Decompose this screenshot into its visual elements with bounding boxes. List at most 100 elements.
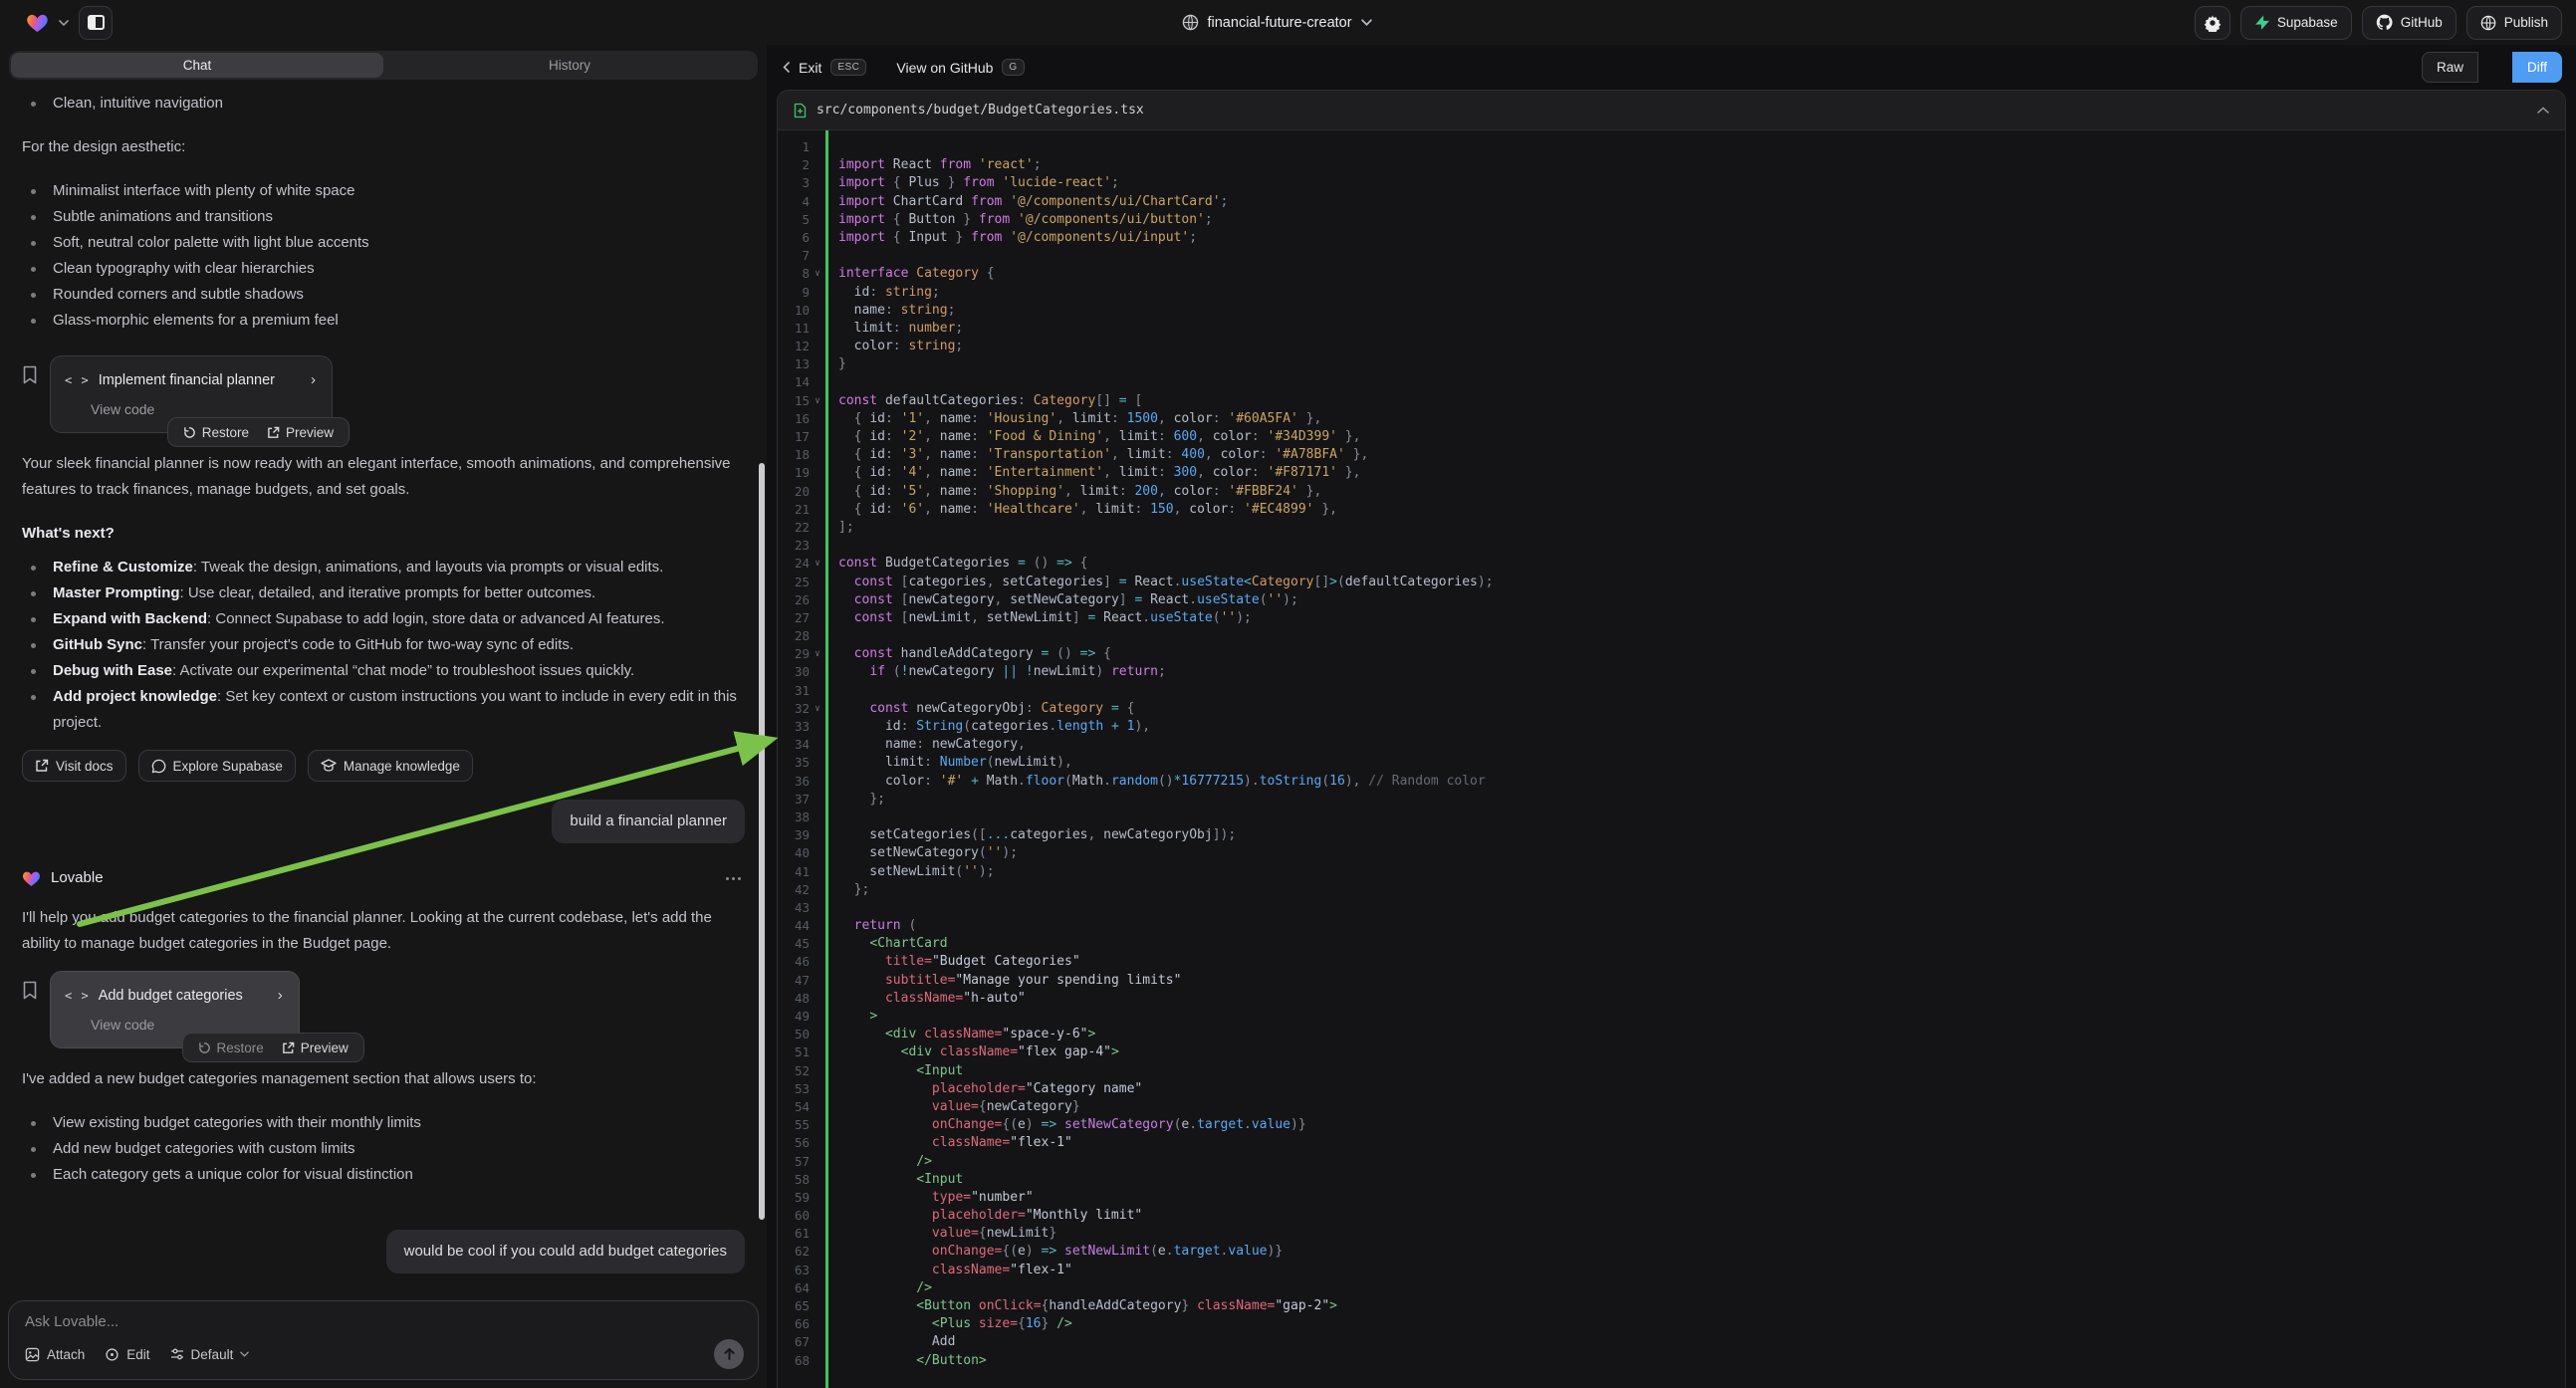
tab-history[interactable]: History bbox=[383, 53, 756, 78]
visit-docs-button[interactable]: Visit docs bbox=[22, 750, 126, 782]
exit-button[interactable]: Exit ESC bbox=[783, 59, 866, 76]
fold-toggle-icon[interactable]: ∨ bbox=[810, 700, 825, 718]
supabase-button[interactable]: Supabase bbox=[2240, 6, 2352, 40]
code-line: 45 <ChartCard bbox=[778, 935, 2565, 953]
line-number: 45 bbox=[778, 935, 810, 953]
fold-toggle-icon[interactable]: ∨ bbox=[810, 392, 825, 410]
line-number: 11 bbox=[778, 320, 810, 338]
code-text: if (!newCategory || !newLimit) return; bbox=[825, 663, 1166, 681]
code-line: 18 { id: '3', name: 'Transportation', li… bbox=[778, 446, 2565, 464]
code-line: 51 <div className="flex gap-4"> bbox=[778, 1043, 2565, 1061]
code-text: const handleAddCategory = () => { bbox=[825, 645, 1111, 663]
fold-toggle-icon[interactable]: ∨ bbox=[810, 265, 825, 283]
explore-supabase-button[interactable]: Explore Supabase bbox=[138, 750, 296, 782]
chat-input[interactable] bbox=[25, 1313, 744, 1330]
code-text: import { Input } from '@/components/ui/i… bbox=[825, 229, 1197, 247]
code-line: 35 limit: Number(newLimit), bbox=[778, 754, 2565, 772]
whats-next-item: Master Prompting: Use clear, detailed, a… bbox=[22, 580, 745, 606]
code-line: 12 color: string; bbox=[778, 338, 2565, 355]
version-actions: Restore Preview bbox=[167, 417, 350, 447]
fold-toggle-icon bbox=[810, 193, 825, 211]
code-line: 44 return ( bbox=[778, 917, 2565, 935]
chevron-right-icon: › bbox=[252, 983, 283, 1009]
github-label: GitHub bbox=[2401, 15, 2443, 30]
code-line: 29∨ const handleAddCategory = () => { bbox=[778, 645, 2565, 663]
fold-toggle-icon bbox=[810, 1116, 825, 1134]
tab-chat[interactable]: Chat bbox=[11, 53, 383, 78]
bookmark-icon[interactable] bbox=[22, 365, 38, 384]
lovable-avatar bbox=[22, 869, 41, 887]
code-line: 8∨interface Category { bbox=[778, 265, 2565, 283]
chat-scroll-area[interactable]: Clean, intuitive navigation For the desi… bbox=[0, 85, 767, 1292]
restore-button[interactable]: Restore bbox=[189, 1041, 273, 1055]
graduation-cap-icon bbox=[321, 759, 337, 773]
edit-button[interactable]: Edit bbox=[105, 1347, 149, 1362]
view-on-github-button[interactable]: View on GitHub G bbox=[896, 59, 1024, 76]
fold-toggle-icon bbox=[810, 809, 825, 826]
preview-button[interactable]: Preview bbox=[258, 425, 343, 440]
project-switcher[interactable]: financial-future-creator bbox=[1181, 0, 1371, 45]
version-card-implement[interactable]: < > Implement financial planner › View c… bbox=[50, 355, 333, 433]
attach-button[interactable]: Attach bbox=[25, 1347, 85, 1362]
line-number: 15 bbox=[778, 392, 810, 410]
code-line: 57 /> bbox=[778, 1153, 2565, 1171]
code-line: 3import { Plus } from 'lucide-react'; bbox=[778, 174, 2565, 192]
preview-button[interactable]: Preview bbox=[273, 1041, 357, 1055]
line-number: 18 bbox=[778, 446, 810, 464]
collapse-chevron-up-icon[interactable] bbox=[2537, 107, 2549, 114]
send-button[interactable] bbox=[714, 1339, 744, 1369]
lovable-logo-icon[interactable] bbox=[26, 12, 49, 33]
code-brackets-icon: < > bbox=[65, 983, 90, 1009]
chat-bubble-icon bbox=[151, 759, 166, 774]
mode-select[interactable]: Default bbox=[170, 1347, 250, 1362]
fold-toggle-icon bbox=[810, 483, 825, 501]
fold-toggle-icon[interactable]: ∨ bbox=[810, 555, 825, 573]
code-text: import React from 'react'; bbox=[825, 156, 1042, 174]
project-name: financial-future-creator bbox=[1207, 15, 1351, 31]
code-line: 34 name: newCategory, bbox=[778, 736, 2565, 754]
fold-toggle-icon bbox=[810, 464, 825, 482]
user-message: build a financial planner bbox=[552, 800, 745, 843]
code-text: setCategories([...categories, newCategor… bbox=[825, 826, 1236, 844]
fold-toggle-icon bbox=[810, 574, 825, 591]
code-text: /> bbox=[825, 1153, 932, 1171]
code-line: 6 import { Input } from '@/components/ui/… bbox=[778, 229, 2565, 247]
edit-label: Edit bbox=[126, 1347, 149, 1362]
bookmark-icon[interactable] bbox=[22, 981, 38, 1000]
workspace-chevron-icon[interactable] bbox=[59, 20, 69, 26]
code-line: 66 <Plus size={16} /> bbox=[778, 1315, 2565, 1333]
diff-toggle-button[interactable]: Diff bbox=[2512, 52, 2562, 83]
fold-toggle-icon bbox=[810, 156, 825, 174]
line-number: 38 bbox=[778, 809, 810, 826]
line-number: 55 bbox=[778, 1116, 810, 1134]
restore-button[interactable]: Restore bbox=[174, 425, 258, 440]
more-options-icon[interactable] bbox=[722, 873, 745, 884]
line-number: 29 bbox=[778, 645, 810, 663]
manage-knowledge-button[interactable]: Manage knowledge bbox=[308, 750, 473, 782]
sidebar-toggle-button[interactable] bbox=[79, 6, 113, 40]
github-button[interactable]: GitHub bbox=[2362, 6, 2457, 40]
file-header[interactable]: src/components/budget/BudgetCategories.t… bbox=[778, 91, 2565, 130]
publish-button[interactable]: Publish bbox=[2466, 6, 2562, 40]
raw-toggle-button[interactable]: Raw bbox=[2422, 52, 2478, 83]
diff-added-bar bbox=[825, 130, 828, 1388]
globe-icon bbox=[1181, 14, 1198, 31]
code-text: limit: Number(newLimit), bbox=[825, 754, 1072, 772]
code-text: import ChartCard from '@/components/ui/C… bbox=[825, 193, 1228, 211]
line-number: 24 bbox=[778, 555, 810, 573]
fold-toggle-icon[interactable]: ∨ bbox=[810, 645, 825, 663]
version-card-title: Implement financial planner bbox=[99, 367, 275, 393]
code-line: 28 bbox=[778, 627, 2565, 645]
line-number: 30 bbox=[778, 663, 810, 681]
fold-toggle-icon bbox=[810, 1080, 825, 1098]
code-line: 64 /> bbox=[778, 1279, 2565, 1297]
code-line: 52 <Input bbox=[778, 1062, 2565, 1080]
code-line: 23 bbox=[778, 537, 2565, 555]
code-body[interactable]: 12import React from 'react';3import { Pl… bbox=[778, 130, 2565, 1388]
chat-scrollbar[interactable] bbox=[759, 463, 765, 1220]
line-number: 6 bbox=[778, 229, 810, 247]
supabase-icon bbox=[2254, 15, 2269, 31]
settings-button[interactable] bbox=[2195, 6, 2230, 40]
preview-label: Preview bbox=[301, 1041, 349, 1055]
version-card-add-budget[interactable]: < > Add budget categories › View code Re… bbox=[50, 971, 300, 1048]
